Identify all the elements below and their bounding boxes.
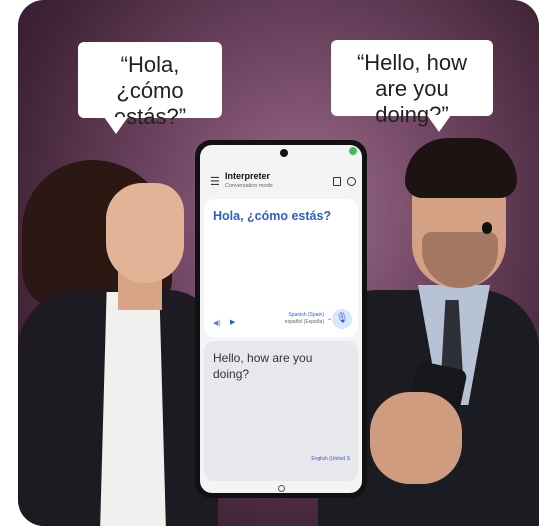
app-screen: ☰ Interpreter Conversation mode Hola, ¿c… xyxy=(200,145,362,493)
source-language[interactable]: Spanish (Spain) xyxy=(288,312,324,319)
app-subtitle: Conversation mode xyxy=(225,183,273,189)
source-language-native: español (España) xyxy=(284,319,324,325)
microphone-icon: 🎙 xyxy=(335,313,349,324)
speech-bubble-text: “Hola, ¿cómo estás?” xyxy=(113,52,187,129)
hero-scene: “Hola, ¿cómo estás?” “Hello, how are you… xyxy=(18,0,539,526)
target-language[interactable]: English (United S xyxy=(311,456,350,462)
target-text: Hello, how are you doing? xyxy=(213,351,313,381)
menu-icon[interactable]: ☰ xyxy=(210,175,220,188)
book-icon[interactable] xyxy=(333,177,341,186)
man-hair xyxy=(405,138,517,198)
home-button-icon[interactable] xyxy=(278,485,285,492)
camera-icon xyxy=(280,149,288,157)
man-hand xyxy=(370,392,462,484)
woman-face xyxy=(106,183,184,283)
woman-shirt xyxy=(100,292,166,526)
status-indicator-icon xyxy=(349,147,357,155)
speech-bubble-text: “Hello, how are you doing?” xyxy=(356,50,468,127)
target-card: Hello, how are you doing? English (Unite… xyxy=(204,341,358,481)
source-text: Hola, ¿cómo estás? xyxy=(213,209,332,223)
play-icon[interactable]: ▶ xyxy=(230,318,235,326)
microphone-button[interactable]: 🎙 xyxy=(332,309,352,329)
app-title: Interpreter xyxy=(225,171,271,181)
app-header: ☰ Interpreter Conversation mode xyxy=(200,171,362,197)
history-icon[interactable] xyxy=(347,177,356,186)
phone-device: ☰ Interpreter Conversation mode Hola, ¿c… xyxy=(195,140,367,498)
speech-bubble-spanish: “Hola, ¿cómo estás?” xyxy=(78,42,222,134)
earbud xyxy=(482,222,492,234)
speaker-icon[interactable]: ◀) xyxy=(213,319,221,327)
source-card: Hola, ¿cómo estás? ◀) ▶ Spanish (Spain) … xyxy=(204,199,358,337)
speech-bubble-english: “Hello, how are you doing?” xyxy=(331,40,493,132)
